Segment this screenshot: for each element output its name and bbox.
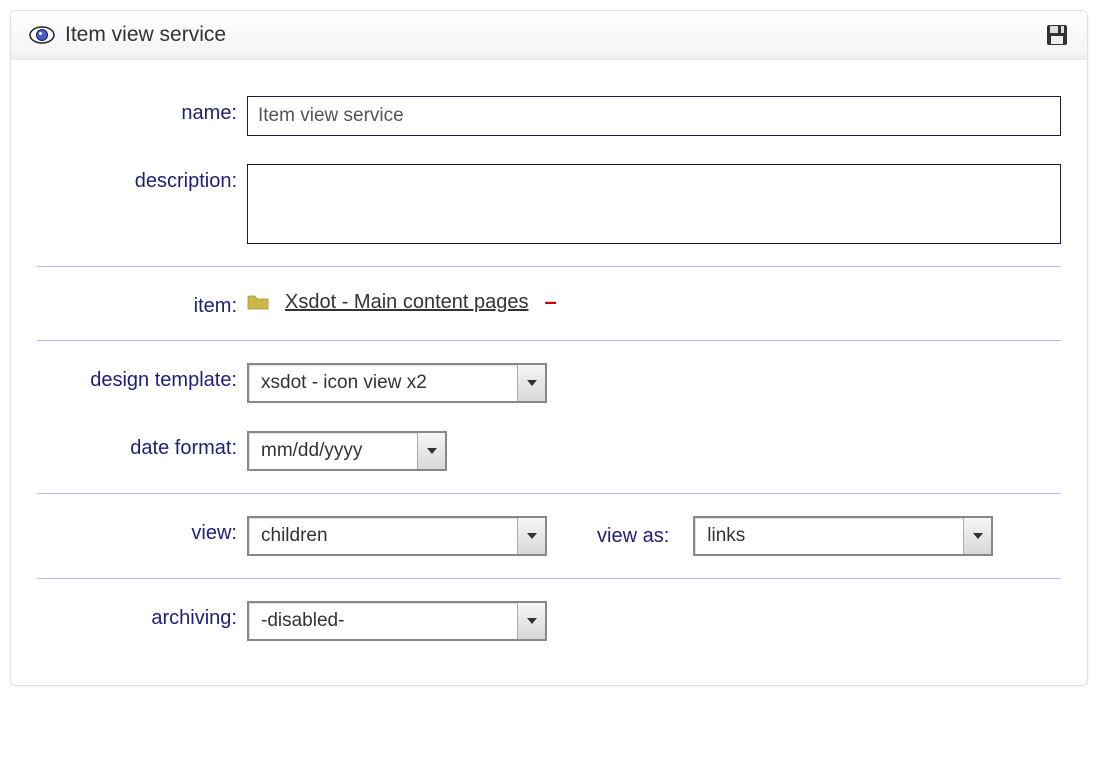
row-archiving: archiving: -disabled- [37, 587, 1061, 655]
chevron-down-icon [417, 433, 445, 469]
folder-icon [247, 293, 269, 311]
design-template-select[interactable]: xsdot - icon view x2 [247, 363, 547, 403]
chevron-down-icon [517, 365, 545, 401]
date-format-select[interactable]: mm/dd/yyyy [247, 431, 447, 471]
label-view-as: view as: [597, 525, 669, 548]
label-description: description: [37, 164, 247, 193]
description-input[interactable] [247, 164, 1061, 244]
chevron-down-icon [517, 603, 545, 639]
panel: Item view service name: description: [10, 10, 1088, 686]
archiving-value: -disabled- [249, 610, 517, 632]
separator [37, 266, 1061, 267]
row-date-format: date format: mm/dd/yyyy [37, 417, 1061, 485]
label-archiving: archiving: [37, 601, 247, 630]
view-as-value: links [695, 525, 963, 547]
row-name: name: [37, 82, 1061, 150]
label-item: item: [37, 289, 247, 318]
chevron-down-icon [963, 518, 991, 554]
label-name: name: [37, 96, 247, 125]
row-design-template: design template: xsdot - icon view x2 [37, 349, 1061, 417]
remove-item-button[interactable]: – [544, 289, 556, 315]
panel-title: Item view service [65, 23, 1045, 47]
name-input[interactable] [247, 96, 1061, 136]
eye-icon [29, 25, 55, 45]
row-view: view: children view as: links [37, 502, 1061, 570]
label-view: view: [37, 516, 247, 545]
archiving-select[interactable]: -disabled- [247, 601, 547, 641]
view-as-select[interactable]: links [693, 516, 993, 556]
view-value: children [249, 525, 517, 547]
label-date-format: date format: [37, 431, 247, 460]
separator [37, 340, 1061, 341]
date-format-value: mm/dd/yyyy [249, 440, 417, 462]
row-description: description: [37, 150, 1061, 258]
panel-body: name: description: item: Xsdot - Main co… [11, 60, 1087, 685]
separator [37, 578, 1061, 579]
chevron-down-icon [517, 518, 545, 554]
item-link[interactable]: Xsdot - Main content pages [285, 291, 528, 314]
label-design-template: design template: [37, 363, 247, 392]
row-item: item: Xsdot - Main content pages – [37, 275, 1061, 332]
panel-header: Item view service [11, 11, 1087, 60]
separator [37, 493, 1061, 494]
view-select[interactable]: children [247, 516, 547, 556]
design-template-value: xsdot - icon view x2 [249, 372, 517, 394]
save-icon[interactable] [1045, 23, 1069, 47]
